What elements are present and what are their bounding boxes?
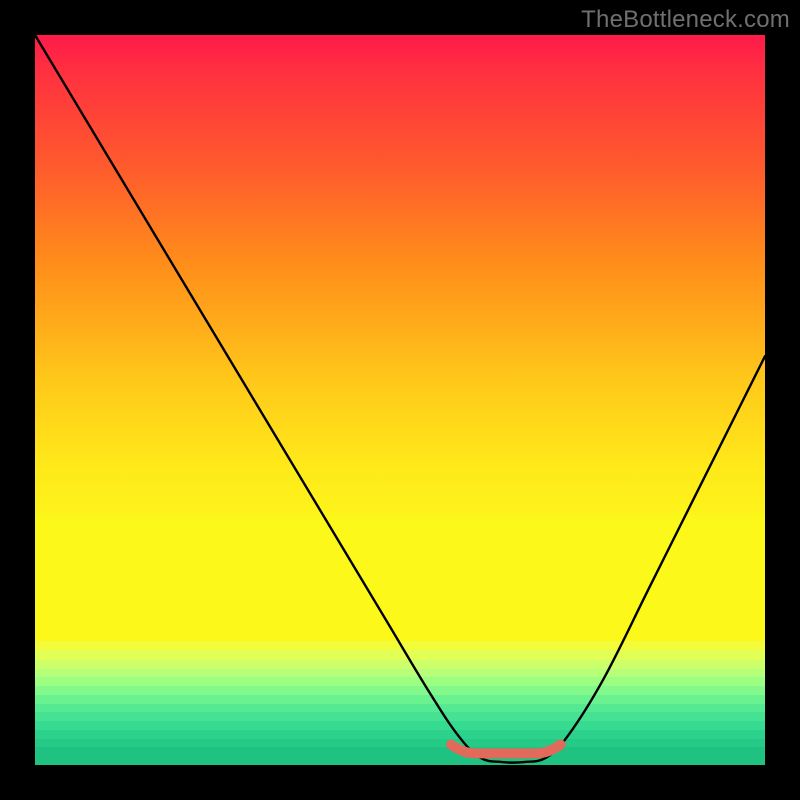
- optimal-marker: [35, 35, 765, 765]
- watermark-text: TheBottleneck.com: [581, 6, 790, 34]
- marker-line: [451, 745, 560, 754]
- plot-area: [35, 35, 765, 765]
- chart-frame: TheBottleneck.com: [0, 0, 800, 800]
